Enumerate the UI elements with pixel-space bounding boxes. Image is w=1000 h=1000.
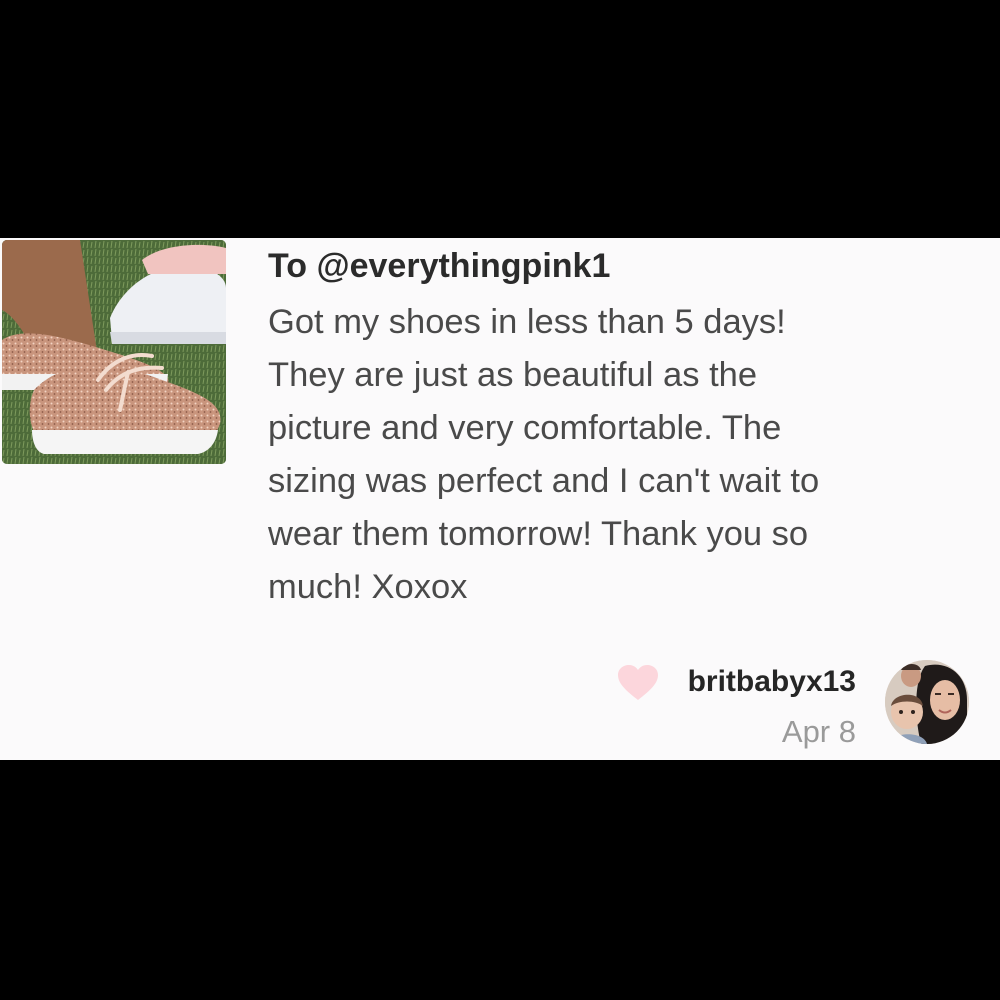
user-avatar-photo bbox=[885, 660, 969, 744]
user-avatar[interactable] bbox=[885, 660, 969, 744]
review-message: Got my shoes in less than 5 days! They a… bbox=[268, 303, 820, 606]
review-recipient[interactable]: To @everythingpink1 bbox=[268, 244, 968, 288]
glitter-sneakers-photo bbox=[2, 240, 226, 464]
screenshot-frame: To @everythingpink1 Got my shoes in less… bbox=[0, 0, 1000, 1000]
review-author[interactable]: britbabyx13 bbox=[688, 662, 856, 702]
product-image[interactable] bbox=[2, 240, 226, 464]
review-date: Apr 8 bbox=[781, 714, 856, 749]
review-card: To @everythingpink1 Got my shoes in less… bbox=[0, 238, 1000, 760]
heart-icon[interactable] bbox=[617, 664, 659, 702]
